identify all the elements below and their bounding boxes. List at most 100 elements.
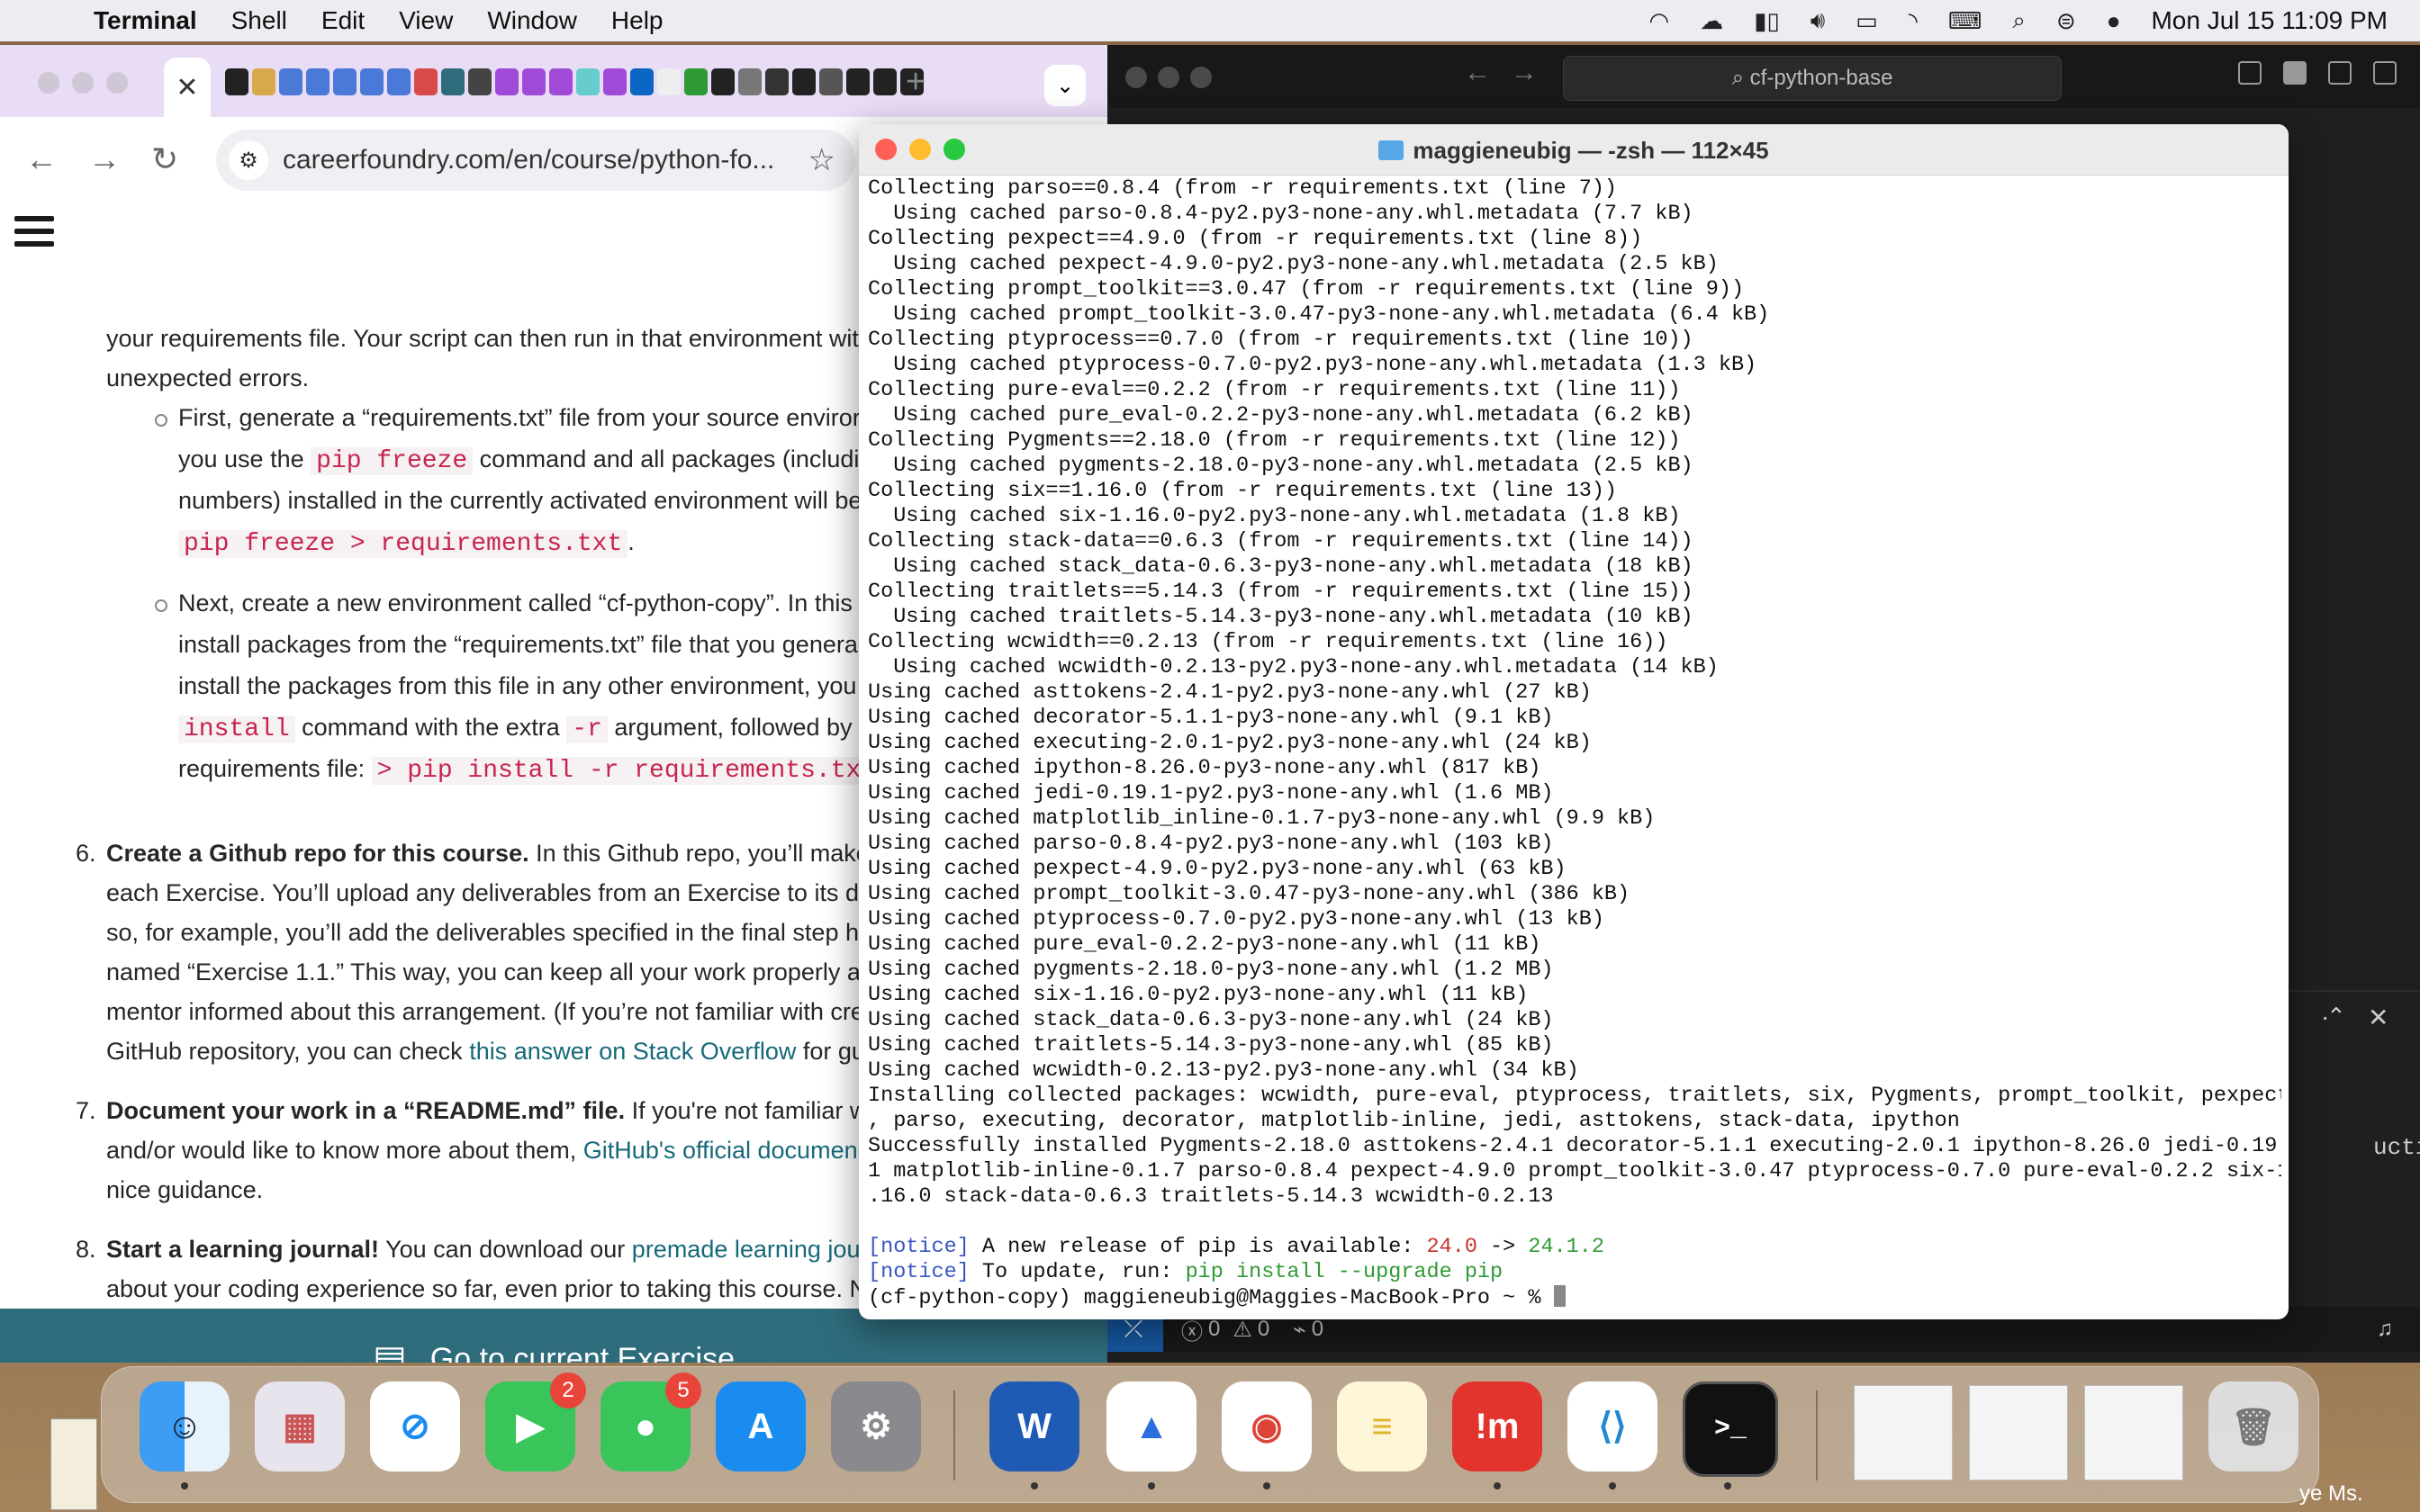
forward-arrow-icon[interactable]: →	[88, 140, 121, 178]
menu-app-name[interactable]: Terminal	[94, 6, 197, 35]
toggle-primary-sidebar-icon[interactable]	[2238, 61, 2262, 85]
tab-favicon-8[interactable]	[414, 68, 438, 95]
siri-icon[interactable]: ●	[2107, 7, 2121, 35]
facetime-app-icon[interactable]: ▶ 2	[485, 1372, 586, 1472]
safari-app-icon[interactable]: ⊘	[370, 1382, 460, 1472]
istat-app-icon[interactable]: !m	[1452, 1382, 1542, 1472]
medium-tab-icon[interactable]	[873, 68, 897, 95]
command-center[interactable]: ⌕ cf-python-base	[1563, 56, 2062, 101]
reload-icon[interactable]: ↻	[151, 140, 178, 178]
menu-help[interactable]: Help	[611, 6, 664, 35]
vscode-app-icon[interactable]: ⟨⟩	[1567, 1382, 1657, 1472]
linkedin-tab-icon[interactable]	[630, 68, 654, 95]
chrome-minimize-button[interactable]	[72, 72, 94, 94]
app-store-app-icon[interactable]: A	[716, 1382, 806, 1472]
toggle-panel-icon[interactable]	[2283, 61, 2307, 85]
chrome-close-button[interactable]	[38, 72, 59, 94]
launchpad-app-icon[interactable]: ▦	[255, 1382, 345, 1472]
vscode-close-button[interactable]	[1125, 67, 1147, 88]
active-tab[interactable]: ✕	[164, 58, 211, 117]
forward-arrow-icon[interactable]: →	[1511, 58, 1538, 88]
ports-icon[interactable]: ⌁	[1293, 1317, 1305, 1343]
menu-clock[interactable]: Mon Jul 15 11:09 PM	[2151, 6, 2388, 35]
battery-icon[interactable]: ▭	[1856, 7, 1878, 35]
trash-icon[interactable]: 🗑︎	[2208, 1382, 2298, 1472]
address-bar-url[interactable]: careerfoundry.com/en/course/python-fo...	[283, 145, 774, 176]
notes-app-icon[interactable]: ≡	[1337, 1382, 1427, 1472]
gmail-tab-icon[interactable]	[522, 68, 546, 95]
keyboard-icon[interactable]: ⌨	[1948, 7, 1982, 35]
notifications-bell-icon[interactable]: ♫	[2377, 1317, 2393, 1342]
status-creative-cloud-icon[interactable]: ☁	[1700, 7, 1723, 35]
chrome-app-icon[interactable]: ◉	[1222, 1382, 1312, 1472]
medium-tab-icon[interactable]	[846, 68, 870, 95]
nordvpn-app-icon[interactable]: ▲	[1106, 1382, 1196, 1472]
toggle-secondary-sidebar-icon[interactable]	[2328, 61, 2352, 85]
vscode-zoom-button[interactable]	[1190, 67, 1212, 88]
chatgpt-tab-icon[interactable]	[765, 68, 789, 95]
menu-window[interactable]: Window	[487, 6, 577, 35]
terminal-prompt-line[interactable]: (cf-python-copy) maggieneubig@Maggies-Ma…	[868, 1285, 2281, 1311]
bookmark-star-icon[interactable]: ☆	[808, 142, 835, 178]
tab-search-chevron-icon[interactable]: ⌄	[1044, 65, 1086, 106]
tab-favicon-14[interactable]	[576, 68, 600, 95]
tab-favicon-18[interactable]	[684, 68, 708, 95]
hamburger-menu-icon[interactable]	[14, 216, 54, 254]
recent-document-thumbnail[interactable]	[2084, 1385, 2183, 1480]
status-ports-count[interactable]: 0	[1312, 1317, 1323, 1342]
finder-app-icon[interactable]: ☺	[140, 1382, 230, 1472]
tab-close-icon[interactable]: ✕	[176, 72, 198, 104]
gmail-tab-icon[interactable]	[495, 68, 519, 95]
tab-favicon-2[interactable]	[252, 68, 275, 95]
close-panel-icon[interactable]: ✕	[2368, 1003, 2388, 1032]
github-tab-icon[interactable]	[225, 68, 248, 95]
tab-favicon-17[interactable]	[657, 68, 681, 95]
status-speedometer-icon[interactable]: ◠	[1649, 7, 1670, 35]
terminal-app-icon[interactable]: >_	[1683, 1382, 1778, 1477]
docs-tab-icon[interactable]	[279, 68, 302, 95]
gmail-tab-icon[interactable]	[603, 68, 627, 95]
control-center-icon[interactable]: ⊜	[2056, 7, 2076, 35]
menu-edit[interactable]: Edit	[321, 6, 365, 35]
system-settings-app-icon[interactable]: ⚙	[831, 1382, 921, 1472]
status-errors-count[interactable]: 0	[1208, 1317, 1220, 1342]
docs-tab-icon[interactable]	[333, 68, 357, 95]
maximize-panel-icon[interactable]: ⌃	[2326, 1003, 2346, 1030]
recent-document-thumbnail[interactable]	[1969, 1385, 2068, 1480]
docs-tab-icon[interactable]	[306, 68, 330, 95]
messages-app-icon[interactable]: ● 5	[600, 1372, 701, 1472]
github-tab-icon[interactable]	[711, 68, 735, 95]
spotlight-search-icon[interactable]: ⌕	[2012, 6, 2026, 35]
status-istat-icon[interactable]: ▮▯	[1754, 7, 1780, 35]
tab-favicon-23[interactable]	[819, 68, 843, 95]
docs-tab-icon[interactable]	[360, 68, 384, 95]
status-warnings-count[interactable]: 0	[1258, 1317, 1269, 1342]
menu-shell[interactable]: Shell	[231, 6, 287, 35]
new-tab-icon[interactable]: +	[906, 63, 926, 102]
menu-view[interactable]: View	[399, 6, 453, 35]
tab-favicon-10[interactable]	[468, 68, 492, 95]
desktop-file-thumbnail[interactable]	[50, 1418, 97, 1510]
recent-document-thumbnail[interactable]	[1854, 1385, 1953, 1480]
back-arrow-icon[interactable]: ←	[25, 140, 58, 178]
warnings-icon[interactable]: ⚠	[1233, 1317, 1252, 1343]
back-arrow-icon[interactable]: ←	[1464, 58, 1491, 88]
github-docs-link[interactable]: GitHub's official documen	[583, 1137, 858, 1164]
address-bar[interactable]: ⚙ careerfoundry.com/en/course/python-fo.…	[216, 130, 855, 191]
tab-favicon-20[interactable]	[738, 68, 762, 95]
stack-overflow-link[interactable]: this answer on Stack Overflow	[469, 1038, 796, 1065]
wifi-icon[interactable]: ◝	[1909, 7, 1918, 35]
site-info-icon[interactable]: ⚙	[229, 140, 268, 180]
step7-line-3: nice guidance.	[106, 1176, 264, 1203]
gmail-tab-icon[interactable]	[549, 68, 573, 95]
chrome-zoom-button[interactable]	[106, 72, 128, 94]
terminal-output[interactable]: Collecting parso==0.8.4 (from -r require…	[868, 176, 2281, 1312]
volume-icon[interactable]: 🔊︎	[1810, 6, 1825, 35]
learning-journal-link[interactable]: premade learning journa	[632, 1236, 896, 1263]
word-app-icon[interactable]: W	[989, 1382, 1079, 1472]
customize-layout-icon[interactable]	[2373, 61, 2397, 85]
tab-favicon-9[interactable]	[441, 68, 465, 95]
docs-tab-icon[interactable]	[387, 68, 411, 95]
tab-favicon-22[interactable]	[792, 68, 816, 95]
vscode-minimize-button[interactable]	[1158, 67, 1179, 88]
